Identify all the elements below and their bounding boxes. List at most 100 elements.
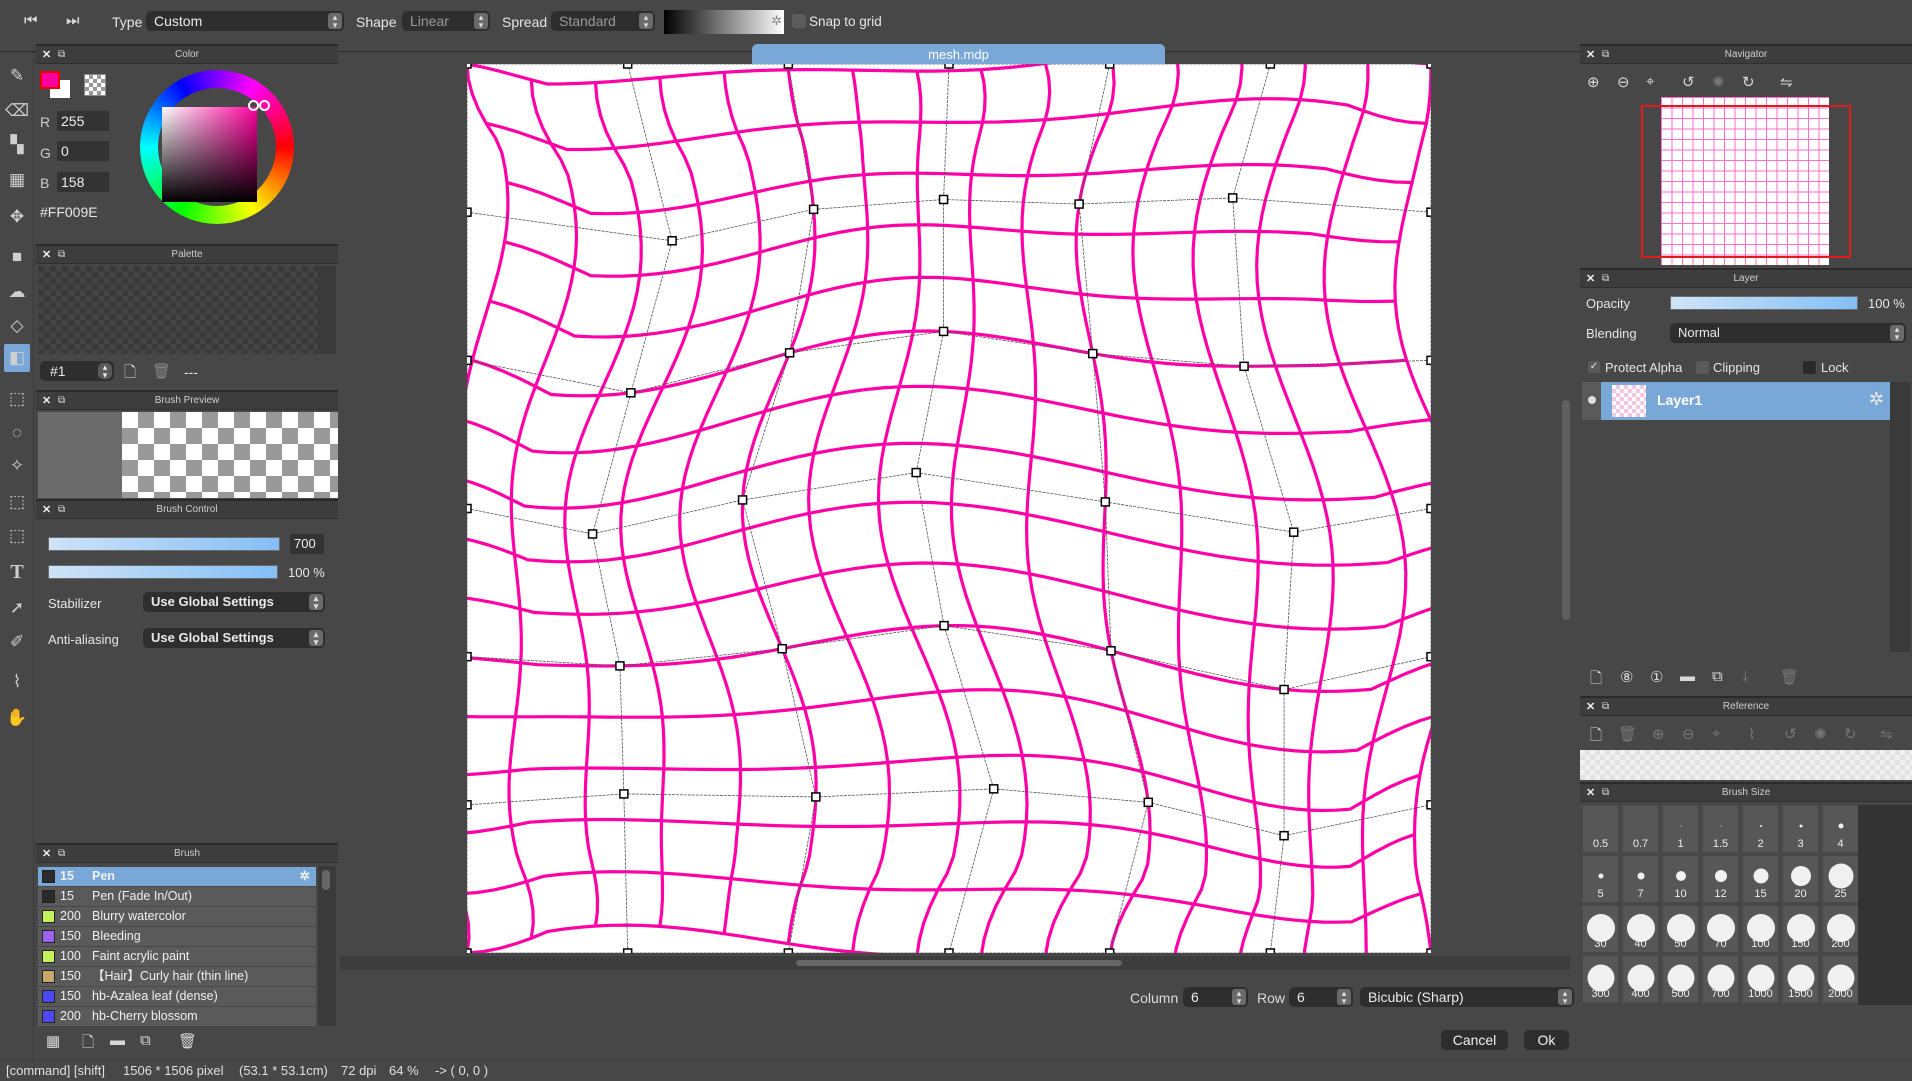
brush-size-cell[interactable]: 15 [1742,855,1779,903]
mesh-control-point[interactable] [940,622,948,630]
close-icon[interactable]: ✕ [42,392,51,410]
brush-opacity-slider[interactable] [48,565,278,579]
close-icon[interactable]: ✕ [42,246,51,264]
mesh-control-point[interactable] [467,505,471,513]
mesh-control-point[interactable] [668,237,676,245]
layer-settings-gear-icon[interactable]: ✲ [1869,389,1884,410]
rotate-right-icon[interactable]: ↻ [1742,73,1755,91]
clipping-checkbox[interactable] [1696,361,1709,374]
close-icon[interactable]: ✕ [1586,784,1595,802]
delete-palette-icon[interactable]: 🗑 [152,362,171,380]
blur-tool-icon[interactable]: ☁ [4,278,30,306]
mesh-control-point[interactable] [467,64,471,68]
select-pen-tool-icon[interactable]: ⬚ [4,488,30,516]
green-input[interactable]: 0 [57,141,109,161]
reference-zoom-in-icon[interactable]: ⊕ [1652,725,1665,743]
mesh-control-point[interactable] [812,793,820,801]
magic-wand-tool-icon[interactable]: ✧ [4,452,30,480]
mesh-control-point[interactable] [467,949,471,953]
merge-down-icon[interactable]: ⤓ [1742,668,1749,685]
reference-delete-icon[interactable]: 🗑 [1618,725,1637,743]
mesh-control-point[interactable] [1290,528,1298,536]
brush-size-cell[interactable]: 20 [1782,855,1819,903]
mesh-control-point[interactable] [912,469,920,477]
brush-size-cell[interactable]: 1000 [1742,955,1779,1003]
detach-icon[interactable]: ⧉ [58,246,65,264]
mesh-control-point[interactable] [1427,505,1431,513]
eyedropper-tool-icon[interactable]: ⌇ [4,668,30,696]
flip-horizontal-icon[interactable]: ⇋ [1780,73,1793,91]
brush-size-cell[interactable]: 1 [1662,805,1699,853]
mesh-control-point[interactable] [1427,801,1431,809]
fill-rect-tool-icon[interactable]: ■ [4,243,30,271]
lock-checkbox[interactable] [1803,361,1816,374]
reference-flip-icon[interactable]: ⇋ [1880,725,1893,743]
ok-button[interactable]: Ok [1524,1030,1569,1050]
mesh-control-point[interactable] [1427,356,1431,364]
blue-input[interactable]: 158 [57,172,109,192]
mesh-control-point[interactable] [945,949,953,953]
brush-list-item[interactable]: 150【Hair】Curly hair (thin line) [38,967,316,987]
color-marker[interactable] [259,100,270,111]
layer-row[interactable]: Layer1 ✲ [1582,382,1890,420]
reference-rotate-right-icon[interactable]: ↻ [1844,725,1857,743]
undo-step-icon[interactable]: ⏮ [24,12,38,29]
reference-open-icon[interactable]: 🗋 [1590,725,1602,750]
brush-list-item[interactable]: 15Pen (Fade In/Out) [38,887,316,907]
detach-icon[interactable]: ⧉ [1602,46,1609,64]
new-brush-folder-icon[interactable]: ▬ [110,1032,125,1049]
brush-size-cell[interactable]: 1.5 [1702,805,1739,853]
canvas-vertical-scrollbar[interactable] [1562,400,1570,620]
foreground-color-swatch[interactable] [40,71,60,89]
reference-image-area[interactable] [1580,750,1912,780]
close-icon[interactable]: ✕ [1586,46,1595,64]
column-stepper[interactable]: 6 ▴▾ [1183,987,1248,1007]
new-brush-icon[interactable]: 🗋 [82,1032,94,1057]
hue-ring[interactable] [140,70,294,224]
mesh-control-point[interactable] [624,64,632,68]
bucket-tool-icon[interactable]: ◇ [4,312,30,340]
brush-size-cell[interactable]: 150 [1782,905,1819,953]
detach-icon[interactable]: ⧉ [58,46,65,64]
brush-list-scrollbar[interactable] [318,866,336,1026]
brush-list-item[interactable]: 15Pen✲ [38,867,316,887]
mesh-control-point[interactable] [1101,498,1109,506]
brush-size-input[interactable]: 700 [290,534,324,554]
brush-size-cell[interactable]: 500 [1662,955,1699,1003]
brush-size-slider[interactable] [48,537,280,551]
document-tab[interactable]: mesh.mdp [752,44,1165,65]
mesh-control-point[interactable] [1240,362,1248,370]
gradient-preview[interactable]: ✲ [664,10,784,34]
mesh-control-point[interactable] [990,785,998,793]
red-input[interactable]: 255 [57,111,109,131]
mesh-control-point[interactable] [778,645,786,653]
spread-select[interactable]: Standard ▴▾ [551,11,655,31]
operation-tool-icon[interactable]: ➚ [4,594,30,622]
brush-list-item[interactable]: 150Bleeding [38,927,316,947]
zoom-in-icon[interactable]: ⊕ [1587,73,1600,91]
mesh-control-point[interactable] [1089,350,1097,358]
eraser-tool-icon[interactable]: ⌫ [4,97,30,125]
detach-icon[interactable]: ⧉ [58,392,65,410]
detach-icon[interactable]: ⧉ [58,845,65,863]
mesh-control-point[interactable] [620,790,628,798]
mesh-control-point[interactable] [1106,949,1114,953]
reference-rotate-left-icon[interactable]: ↺ [1784,725,1797,743]
protect-alpha-checkbox[interactable]: ✓ [1588,361,1600,373]
mesh-control-point[interactable] [1427,653,1431,661]
detach-icon[interactable]: ⧉ [1602,784,1609,802]
gradient-tool-icon[interactable]: ◧ [4,344,30,372]
close-icon[interactable]: ✕ [42,501,51,519]
zoom-out-icon[interactable]: ⊖ [1617,73,1630,91]
palette-scrollbar[interactable] [318,266,336,354]
hand-tool-icon[interactable]: ✋ [4,704,30,732]
delete-brush-icon[interactable]: 🗑 [178,1032,197,1050]
antialiasing-select[interactable]: Use Global Settings ▴▾ [143,628,325,648]
gear-icon[interactable]: ✲ [771,13,782,29]
rect-select-tool-icon[interactable]: ⬚ [4,385,30,413]
divide-tool-icon[interactable]: ✐ [4,628,30,656]
reference-eyedropper-icon[interactable]: ⌇ [1748,725,1755,743]
reference-zoom-out-icon[interactable]: ⊖ [1682,725,1695,743]
close-icon[interactable]: ✕ [1586,270,1595,288]
hex-value[interactable]: #FF009E [40,204,98,220]
